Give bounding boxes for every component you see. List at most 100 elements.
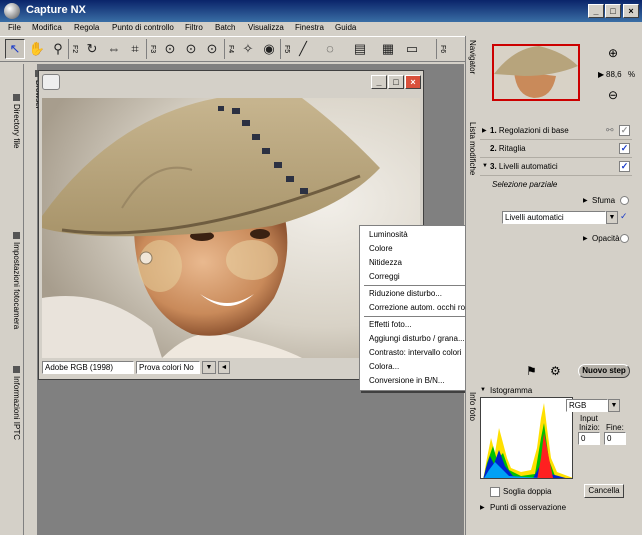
control-point-black-icon[interactable]: ⊙	[160, 39, 180, 59]
menu-item-label: Contrasto: intervallo colori	[369, 348, 462, 357]
menu-item-label: Colore	[369, 244, 393, 253]
rotate-icon[interactable]: ↻	[82, 39, 102, 59]
tab-navigator[interactable]: Navigator	[468, 40, 477, 74]
menu-guida[interactable]: Guida	[335, 23, 356, 32]
control-point-neutral-icon[interactable]: ⊙	[181, 39, 201, 59]
new-step-button[interactable]: Nuovo step	[578, 364, 630, 378]
crop-icon[interactable]: ⌗	[125, 39, 145, 59]
menu-item-aggiungi-disturbo[interactable]: Aggiungi disturbo / grana...	[369, 334, 465, 343]
menu-item-contrasto[interactable]: Contrasto: intervallo colori	[369, 348, 461, 357]
eraser-icon[interactable]: ▭	[402, 39, 422, 59]
menu-item-nitidezza[interactable]: Nitidezza	[369, 258, 402, 267]
proof-dropdown-icon[interactable]: ▼	[202, 361, 216, 374]
edit-step-3[interactable]: ▼ 3. Livelli automatici ✓	[480, 159, 632, 176]
step-checkbox[interactable]: ✓	[619, 143, 630, 154]
zoom-out-icon[interactable]: ⊖	[608, 88, 618, 102]
menu-item-riduzione-disturbo[interactable]: Riduzione disturbo...	[369, 289, 442, 298]
tab-iptc-info-label: Informazioni IPTC	[12, 376, 21, 441]
menu-modifica[interactable]: Modifica	[32, 23, 62, 32]
menu-item-label: Colora...	[369, 362, 400, 371]
start-value-input[interactable]: 0	[578, 432, 600, 445]
red-eye-icon[interactable]: ◉	[259, 39, 279, 59]
menu-item-label: Correggi	[369, 272, 400, 281]
close-button[interactable]: ×	[623, 4, 639, 18]
tab-photo-info[interactable]: Info foto	[468, 392, 477, 421]
double-threshold-checkbox[interactable]	[490, 487, 500, 497]
doc-maximize-button[interactable]: □	[388, 75, 404, 89]
channel-dropdown-icon[interactable]: ▼	[608, 399, 620, 412]
watch-points-label[interactable]: Punti di osservazione	[490, 503, 566, 512]
menu-item-label: Effetti foto...	[369, 320, 412, 329]
menu-item-colore[interactable]: Colore	[369, 244, 393, 253]
edit-step-text: Livelli automatici	[498, 162, 558, 171]
toolbar: ↖ ✋ ⚲ F2 ↻ ⇔ ⌗ F3 ⊙ ⊙ ⊙ F4 ✧ ◉ F5 ╱ ◌ ▤ …	[0, 36, 465, 62]
tab-edit-list[interactable]: Lista modifiche	[468, 122, 477, 175]
menu-item-label: Nitidezza	[369, 258, 402, 267]
window-title: Capture NX	[26, 4, 86, 16]
expand-arrow-icon: ▼	[482, 163, 488, 169]
hand-tool-icon[interactable]: ✋	[27, 39, 47, 59]
menu-item-luminosita[interactable]: Luminosità	[369, 230, 408, 239]
menu-visualizza[interactable]: Visualizza	[248, 23, 284, 32]
blur-arrow-icon: ▶	[583, 198, 588, 204]
tab-directory-file-label: Directory file	[12, 104, 21, 149]
blur-radio[interactable]	[620, 196, 629, 205]
doc-minimize-button[interactable]: _	[371, 75, 387, 89]
flag-icon[interactable]: ⚑	[526, 364, 537, 378]
arrow-select-icon[interactable]: ↖	[5, 39, 25, 59]
dropdown-check-icon: ✓	[620, 211, 628, 221]
menu-item-label: Luminosità	[369, 230, 408, 239]
navigator-thumbnail[interactable]	[492, 44, 580, 101]
proof-colors-field[interactable]: Prova colori No	[136, 361, 200, 374]
brush-icon[interactable]: ╱	[293, 39, 313, 59]
dropdown-arrow-icon[interactable]: ▼	[606, 211, 618, 224]
gradient-icon[interactable]: ▤	[350, 39, 370, 59]
edit-step-2[interactable]: 2. Ritaglia ✓	[480, 141, 632, 158]
histogram	[480, 397, 573, 479]
tab-camera-settings[interactable]: Impostazioni fotocamera	[3, 232, 21, 329]
cancel-button[interactable]: Cancella	[584, 484, 624, 498]
tab-iptc-info[interactable]: Informazioni IPTC	[3, 366, 21, 440]
control-point-white-icon[interactable]: ⊙	[202, 39, 222, 59]
panel-toggle-icon	[12, 366, 20, 373]
opacity-radio[interactable]	[620, 234, 629, 243]
menu-regola[interactable]: Regola	[74, 23, 99, 32]
menu-file[interactable]: File	[8, 23, 21, 32]
zoom-in-icon[interactable]: ⊕	[608, 46, 618, 60]
control-point-color-icon[interactable]: ✧	[238, 39, 258, 59]
title-bar: Capture NX _ □ ×	[0, 0, 642, 22]
menu-item-colora[interactable]: Colora...	[369, 362, 399, 371]
menu-item-occhi-rossi[interactable]: Correzione autom. occhi rossi	[369, 303, 475, 312]
minimize-button[interactable]: _	[588, 4, 604, 18]
menu-punto-di-controllo[interactable]: Punto di controllo	[112, 23, 174, 32]
channel-select[interactable]: RGB	[566, 399, 608, 412]
zoom-icon[interactable]: ⚲	[48, 39, 68, 59]
menu-item-correggi[interactable]: Correggi	[369, 272, 400, 281]
menu-item-effetti-foto[interactable]: Effetti foto...	[369, 320, 412, 329]
start-label: Inizio:	[579, 423, 600, 432]
tab-directory-file[interactable]: Directory file	[3, 94, 21, 148]
step-dropdown[interactable]: Livelli automatici	[502, 211, 606, 224]
app-logo-icon	[4, 3, 20, 19]
doc-close-button[interactable]: ×	[405, 75, 421, 89]
step-checkbox[interactable]: ✓	[619, 161, 630, 172]
maximize-button[interactable]: □	[605, 4, 621, 18]
settings-gear-icon[interactable]: ⚙	[550, 364, 561, 378]
end-value-input[interactable]: 0	[604, 432, 626, 445]
opacity-label: Opacità	[592, 234, 620, 243]
fill-icon[interactable]: ▦	[378, 39, 398, 59]
straighten-icon[interactable]: ⇔	[104, 39, 124, 59]
scroll-left-icon[interactable]: ◄	[218, 361, 230, 374]
edit-step-1[interactable]: ▶ 1. Regolazioni di base ⚯ ✓	[480, 123, 632, 140]
edit-step-label: 1. Regolazioni di base	[490, 126, 569, 135]
menu-finestra[interactable]: Finestra	[295, 23, 324, 32]
edit-step-number: 2.	[490, 144, 497, 153]
step-checkbox[interactable]: ✓	[619, 125, 630, 136]
menu-filtro[interactable]: Filtro	[185, 23, 203, 32]
menu-batch[interactable]: Batch	[215, 23, 235, 32]
toolbar-fkey-f3: F3	[146, 39, 156, 59]
opacity-arrow-icon: ▶	[583, 236, 588, 242]
lasso-icon[interactable]: ◌	[320, 39, 340, 59]
menu-item-conversione-bn[interactable]: Conversione in B/N...	[369, 376, 445, 385]
edit-step-number: 3.	[490, 162, 497, 171]
